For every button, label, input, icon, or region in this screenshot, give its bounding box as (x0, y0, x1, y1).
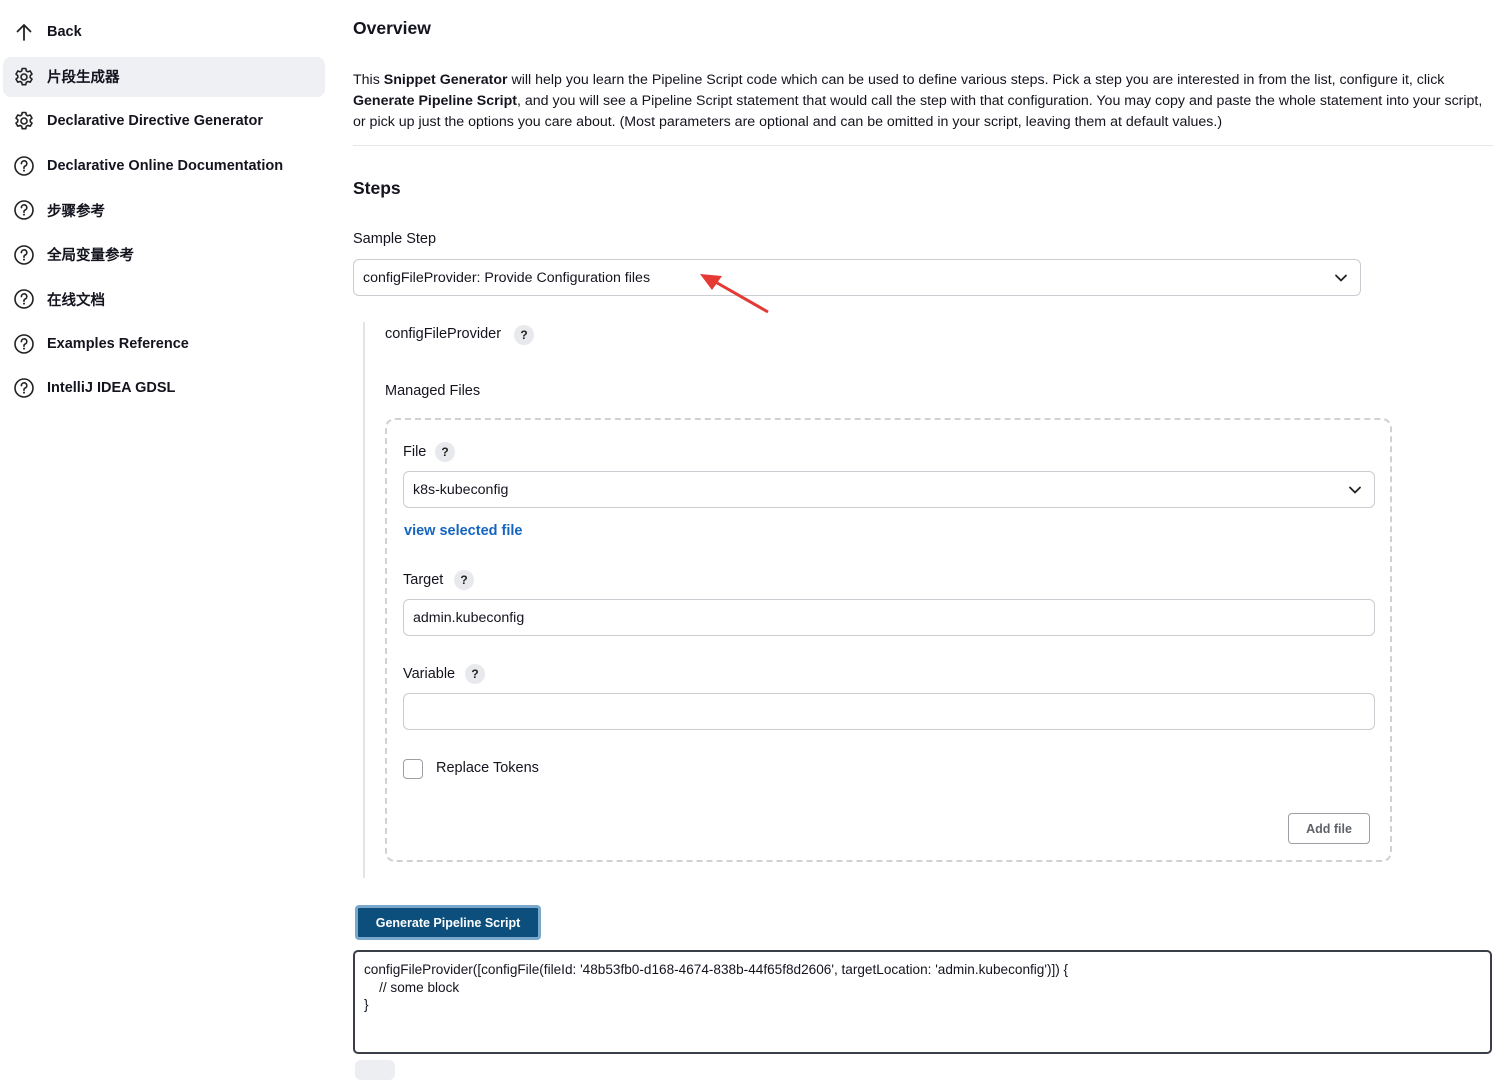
sidebar-item-label: 在线文档 (47, 292, 105, 309)
replace-tokens-checkbox[interactable] (403, 759, 423, 779)
sidebar-item-online-docs[interactable]: 在线文档 (3, 279, 325, 319)
sample-step-value: configFileProvider: Provide Configuratio… (363, 269, 651, 286)
arrow-up-icon (16, 24, 32, 41)
help-button[interactable]: ? (514, 325, 534, 345)
overview-description: This Snippet Generator will help you lea… (353, 72, 1483, 130)
sidebar-item-label: 步骤参考 (47, 203, 105, 220)
file-select[interactable]: k8s-kubeconfig (403, 471, 1375, 508)
help-circle-icon (14, 200, 34, 220)
sidebar-item-global-variables[interactable]: 全局变量参考 (3, 235, 325, 275)
sidebar-item-declarative-directive-generator[interactable]: Declarative Directive Generator (3, 101, 325, 141)
annotation-arrow (700, 274, 769, 314)
target-value: admin.kubeconfig (413, 609, 525, 626)
sidebar-item-label: 片段生成器 (47, 70, 120, 86)
help-circle-icon (14, 378, 34, 398)
step-name: configFileProvider (385, 326, 502, 342)
help-circle-icon (14, 155, 34, 176)
variable-input[interactable] (403, 693, 1375, 730)
target-input[interactable]: admin.kubeconfig (403, 599, 1375, 636)
sidebar-item-label: Declarative Directive Generator (47, 113, 263, 129)
gear-icon (15, 67, 33, 85)
managed-files-label: Managed Files (385, 383, 481, 399)
chevron-down-icon (1335, 274, 1347, 281)
sidebar-item-back[interactable]: Back (3, 12, 325, 52)
replace-tokens-label: Replace Tokens (436, 760, 539, 776)
file-help-button[interactable]: ? (435, 442, 455, 462)
step-config-border (363, 322, 365, 878)
sidebar-item-snippet-generator[interactable]: 片段生成器 (3, 56, 325, 97)
partial-button[interactable] (355, 1060, 395, 1080)
sidebar-item-label: Examples Reference (47, 335, 189, 352)
divider (353, 145, 1493, 146)
add-file-button[interactable]: Add file (1288, 813, 1370, 844)
file-label: File (403, 444, 427, 460)
file-value: k8s-kubeconfig (413, 481, 509, 498)
sidebar-item-intellij-gdsl[interactable]: IntelliJ IDEA GDSL (3, 368, 325, 408)
help-circle-icon (14, 333, 34, 354)
sidebar-item-examples-reference[interactable]: Examples Reference (3, 324, 325, 364)
steps-title: Steps (353, 178, 401, 198)
sidebar-item-label: 全局变量参考 (47, 248, 134, 264)
chevron-down-icon (1349, 486, 1361, 493)
variable-label: Variable (403, 666, 456, 682)
sidebar-item-label: IntelliJ IDEA GDSL (47, 380, 176, 396)
sidebar-item-label: Back (47, 24, 82, 40)
view-selected-file-link[interactable]: view selected file (404, 523, 522, 539)
target-label: Target (403, 572, 444, 588)
target-help-button[interactable]: ? (454, 570, 474, 590)
sample-step-label: Sample Step (353, 231, 437, 247)
overview-title: Overview (353, 18, 431, 38)
help-circle-icon (14, 244, 34, 265)
sidebar-item-steps-reference[interactable]: 步骤参考 (3, 190, 325, 230)
sidebar: Back 片段生成器 Declarative Directive Generat… (0, 12, 330, 413)
sidebar-item-declarative-online-documentation[interactable]: Declarative Online Documentation (3, 146, 325, 186)
sample-step-select[interactable]: configFileProvider: Provide Configuratio… (353, 259, 1361, 296)
variable-help-button[interactable]: ? (465, 664, 485, 684)
gear-icon (15, 111, 33, 130)
sidebar-item-label: Declarative Online Documentation (47, 157, 284, 174)
help-circle-icon (14, 289, 34, 309)
generate-pipeline-script-button[interactable]: Generate Pipeline Script (355, 905, 541, 940)
generated-script-output[interactable]: configFileProvider([configFile(fileId: '… (353, 950, 1492, 1054)
